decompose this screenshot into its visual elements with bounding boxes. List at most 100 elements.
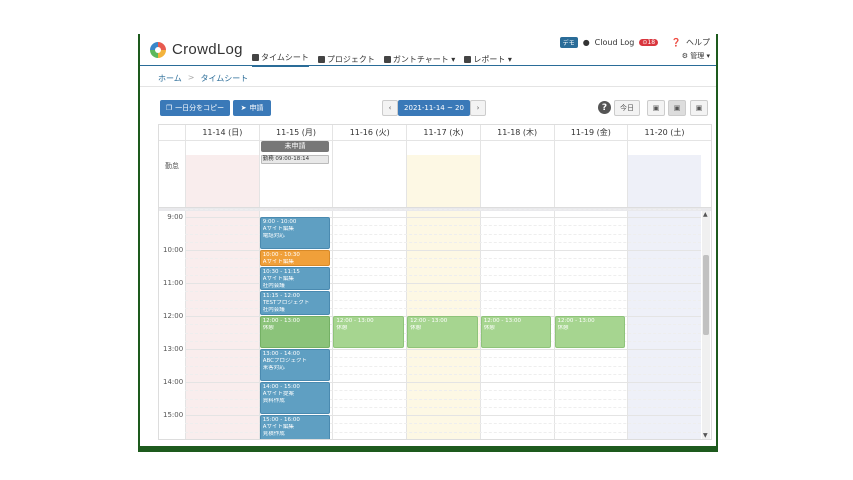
attendance-entry[interactable]: 勤務 09:00-18:14 <box>260 155 330 164</box>
day-header[interactable]: 11-15 (月) <box>258 125 333 140</box>
breadcrumb: ホーム > タイムシート <box>158 73 248 84</box>
time-entry[interactable]: 13:00 - 14:00 ABCプロジェクト 来客対応 <box>259 349 331 381</box>
time-entry[interactable]: 9:00 - 10:00 Aサイト編集 電話対応 <box>259 217 331 249</box>
submit-label: 申請 <box>249 104 264 112</box>
admin-label: 管理 ▾ <box>690 52 710 60</box>
hour-label: 9:00 <box>167 213 183 221</box>
status-badge: 未申請 <box>260 141 330 152</box>
time-entry-text: 見積作成 <box>262 431 285 437</box>
submit-button[interactable]: ➤ 申請 <box>233 100 271 116</box>
nav-item-1[interactable]: プロジェクト <box>317 52 375 67</box>
header: CrowdLog タイムシート プロジェクト ガントチャート ▾ レポート ▾ デモ … <box>140 34 716 67</box>
time-entry[interactable]: 12:00 - 13:00 休憩 <box>259 316 331 348</box>
scrollbar[interactable]: ▲ ▼ <box>702 211 710 439</box>
time-entry[interactable]: 12:00 - 13:00 休憩 <box>480 316 552 348</box>
time-entry-text: 12:00 - 13:00 <box>557 318 595 324</box>
report-icon <box>464 56 472 63</box>
hour-label: 13:00 <box>163 345 184 353</box>
time-entry-text: 12:00 - 13:00 <box>262 318 300 324</box>
nav-item-0[interactable]: タイムシート <box>252 52 309 67</box>
user-icon: ● <box>582 38 590 47</box>
time-entry-text: 13:00 - 14:00 <box>262 351 300 357</box>
logo[interactable]: CrowdLog <box>150 41 243 58</box>
nav-item-2[interactable]: ガントチャート ▾ <box>383 52 456 67</box>
nav-item-label: タイムシート <box>261 53 309 62</box>
nav-item-label: ガントチャート ▾ <box>392 55 456 64</box>
time-entry-text: 休憩 <box>336 325 348 331</box>
prev-week-button[interactable]: ‹ <box>382 100 398 116</box>
user-name[interactable]: Cloud Log <box>595 38 635 47</box>
time-entry-text: TESTプロジェクト <box>262 300 310 307</box>
hour-label: 12:00 <box>163 312 184 320</box>
copy-icon: ❐ <box>165 104 173 112</box>
toolbar: ❐ 一日分をコピー ➤ 申請 ‹ 2021-11-14 ~ 20 › ? 今日 … <box>160 100 712 118</box>
notification-badge[interactable]: ⊙18 <box>639 39 659 46</box>
divider <box>140 86 716 87</box>
next-week-button[interactable]: › <box>470 100 486 116</box>
day-header[interactable]: 11-17 (水) <box>406 125 480 140</box>
day-header[interactable]: 11-18 (木) <box>479 125 554 140</box>
time-entry-text: 12:00 - 13:00 <box>336 318 374 324</box>
time-entry[interactable]: 12:00 - 13:00 休憩 <box>333 316 405 348</box>
time-entry-text: 休憩 <box>557 325 569 331</box>
clock-icon <box>252 54 259 61</box>
week-view-button[interactable]: ▣ <box>668 100 686 116</box>
time-entry-text: ABCプロジェクト <box>262 358 307 364</box>
hour-label: 10:00 <box>163 246 184 254</box>
breadcrumb-home[interactable]: ホーム <box>158 73 182 84</box>
scroll-up-icon[interactable]: ▲ <box>703 211 708 218</box>
breadcrumb-separator: > <box>187 73 195 82</box>
nav-item-3[interactable]: レポート ▾ <box>464 52 512 67</box>
time-entry-text: 9:00 - 10:00 <box>262 219 297 225</box>
gantt-icon <box>383 56 391 63</box>
time-entry-text: 15:00 - 16:00 <box>262 417 300 423</box>
day-header[interactable]: 11-20 (土) <box>627 125 701 140</box>
month-view-button[interactable]: ▣ <box>690 100 708 116</box>
date-range-button[interactable]: 2021-11-14 ~ 20 <box>398 100 470 116</box>
time-entry-text: 休憩 <box>410 325 422 331</box>
calendar-month-icon: ▣ <box>695 104 703 112</box>
day-header[interactable]: 11-14 (日) <box>185 125 259 140</box>
time-entry-text: Aサイト編集 <box>262 226 294 232</box>
copy-day-button[interactable]: ❐ 一日分をコピー <box>160 100 230 116</box>
time-entry[interactable]: 10:00 - 10:30 Aサイト編集 <box>259 250 331 266</box>
time-entry[interactable]: 15:00 - 16:00 Aサイト編集 見積作成 <box>259 415 331 439</box>
scroll-down-icon[interactable]: ▼ <box>703 432 708 439</box>
time-entry-text: 14:00 - 15:00 <box>262 384 300 390</box>
nav-item-label: プロジェクト <box>326 55 375 64</box>
scroll-thumb[interactable] <box>703 255 709 335</box>
user-area: デモ ● Cloud Log ⊙18 ❓ ヘルプ <box>559 37 710 48</box>
time-entry-text: 来客対応 <box>262 365 285 371</box>
today-button[interactable]: 今日 <box>614 100 640 116</box>
time-entry[interactable]: 10:30 - 11:15 Aサイト編集 社内会議 <box>259 266 331 291</box>
time-entry-text: Aサイト編集 <box>262 259 294 265</box>
time-entry[interactable]: 14:00 - 15:00 Aサイト提案 資料作成 <box>259 382 331 414</box>
time-entry-text: Aサイト編集 <box>262 424 294 430</box>
time-entry[interactable]: 12:00 - 13:00 休憩 <box>407 316 478 348</box>
time-entry-text: 社内会議 <box>262 282 285 289</box>
project-icon <box>317 56 325 63</box>
crowdlog-logo-icon <box>150 41 166 58</box>
time-entry-text: 社内会議 <box>262 307 285 314</box>
day-header[interactable]: 11-16 (火) <box>332 125 406 140</box>
help-link[interactable]: ヘルプ <box>686 37 710 48</box>
time-entry-text: 12:00 - 13:00 <box>483 318 521 324</box>
time-entry[interactable]: 12:00 - 13:00 休憩 <box>554 316 626 348</box>
day-column-bg <box>627 155 701 439</box>
calendar-week-icon: ▣ <box>673 104 681 112</box>
calendar-day-icon: ▣ <box>652 104 660 112</box>
time-entry-text: 電話対応 <box>262 233 285 239</box>
time-entry[interactable]: 11:15 - 12:00 TESTプロジェクト 社内会議 <box>259 291 331 315</box>
attendance-label: 勤怠 <box>165 162 179 170</box>
day-header[interactable]: 11-19 (金) <box>553 125 628 140</box>
breadcrumb-current[interactable]: タイムシート <box>200 73 248 84</box>
day-column-bg <box>185 155 259 439</box>
hour-label: 14:00 <box>163 378 184 386</box>
week-calendar: 11-14 (日) 11-15 (月) 11-16 (火) 11-17 (水) 11-1… <box>158 124 712 440</box>
help-icon[interactable]: ❓ <box>671 38 681 47</box>
admin-menu[interactable]: ⚙ 管理 ▾ <box>682 51 710 61</box>
help-icon[interactable]: ? <box>598 101 611 114</box>
time-entry-text: 10:00 - 10:30 <box>262 252 300 258</box>
day-view-button[interactable]: ▣ <box>647 100 665 116</box>
send-icon: ➤ <box>240 104 247 112</box>
